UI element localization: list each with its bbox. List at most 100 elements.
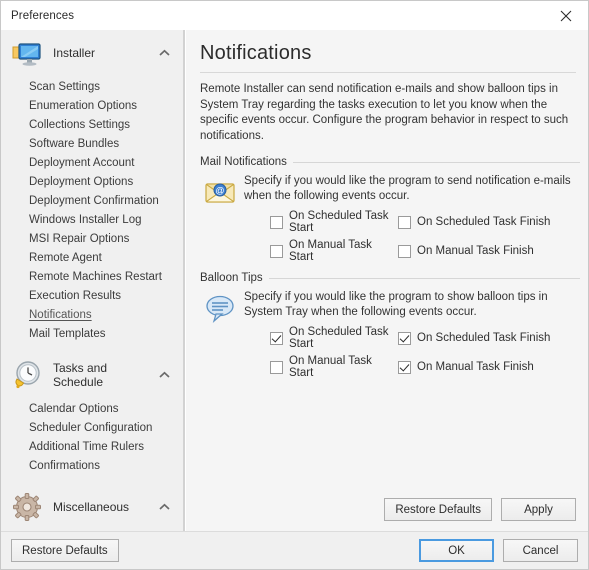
chevron-up-icon[interactable] [158, 47, 170, 59]
sidebar-group-header-miscellaneous[interactable]: Miscellaneous [1, 486, 184, 528]
checkbox-mail-on-manual-task-finish[interactable]: On Manual Task Finish [398, 239, 580, 263]
chevron-up-icon[interactable] [158, 501, 170, 513]
sidebar-item-label: Scan Settings [29, 81, 100, 93]
sidebar-item-label: Calendar Options [29, 403, 119, 415]
checkbox-mail-on-scheduled-task-start[interactable]: On Scheduled Task Start [270, 210, 398, 234]
computer-monitor-folder-icon [11, 37, 43, 69]
sidebar-item-notifications[interactable]: Notifications [1, 306, 184, 325]
section-legend: Balloon Tips [200, 272, 580, 284]
sidebar-group-title: Installer [53, 46, 96, 60]
sidebar-item-label: Windows Installer Log [29, 214, 142, 226]
checkbox-balloon-on-scheduled-task-start[interactable]: On Scheduled Task Start [270, 326, 398, 350]
section-body: Specify if you would like the program to… [200, 290, 580, 379]
sidebar-group-title: Tasks and Schedule [53, 361, 108, 389]
close-icon [560, 10, 572, 22]
gear-icon [11, 491, 43, 523]
sidebar-item-collections-settings[interactable]: Collections Settings [1, 116, 184, 135]
sidebar-item-scan-settings[interactable]: Scan Settings [1, 78, 184, 97]
sidebar-item-execution-results[interactable]: Execution Results [1, 287, 184, 306]
window-body: Installer Scan Settings Enumeration Opti… [1, 30, 588, 531]
section-legend: Mail Notifications [200, 156, 580, 168]
sidebar-item-enumeration-options[interactable]: Enumeration Options [1, 97, 184, 116]
sidebar-item-deployment-options[interactable]: Deployment Options [1, 173, 184, 192]
page-description: Remote Installer can send notification e… [200, 83, 569, 142]
apply-button[interactable]: Apply [501, 498, 576, 521]
checkbox-balloon-on-scheduled-task-finish[interactable]: On Scheduled Task Finish [398, 326, 580, 350]
checkbox-label: On Manual Task Start [289, 239, 372, 263]
sidebar-divider [183, 30, 184, 531]
section-legend-rule [268, 277, 580, 279]
main-panel-buttons: Restore Defaults Apply [200, 498, 580, 523]
sidebar-item-label: Software Bundles [29, 138, 120, 150]
sidebar-item-label: Collections Settings [29, 119, 130, 131]
sidebar-item-label: Confirmations [29, 460, 100, 472]
chevron-up-icon[interactable] [158, 369, 170, 381]
sidebar-item-additional-time-rulers[interactable]: Additional Time Rulers [1, 438, 184, 457]
sidebar-item-remote-agent[interactable]: Remote Agent [1, 249, 184, 268]
section-text: Specify if you would like the program to… [244, 175, 571, 202]
section-content: Specify if you would like the program to… [244, 290, 580, 379]
envelope-at-icon: @ [204, 176, 236, 208]
window-title: Preferences [11, 9, 75, 22]
sidebar-group-title: Miscellaneous [53, 500, 130, 514]
close-button[interactable] [543, 1, 588, 30]
sidebar-item-software-bundles[interactable]: Software Bundles [1, 135, 184, 154]
sidebar-item-label: Deployment Options [29, 176, 134, 188]
sidebar-item-deployment-account[interactable]: Deployment Account [1, 154, 184, 173]
cancel-button[interactable]: Cancel [503, 539, 578, 562]
sidebar-item-msi-repair-options[interactable]: MSI Repair Options [1, 230, 184, 249]
checkbox-mail-on-scheduled-task-finish[interactable]: On Scheduled Task Finish [398, 210, 580, 234]
checkbox-box[interactable] [398, 215, 411, 229]
checkbox-label: On Scheduled Task Start [289, 210, 389, 234]
sidebar-item-label: Deployment Account [29, 157, 135, 169]
checkbox-box[interactable] [398, 244, 411, 258]
window-titlebar: Preferences [1, 1, 588, 30]
checkbox-label: On Scheduled Task Finish [417, 332, 551, 344]
balloon-tips-checkbox-grid: On Scheduled Task Start On Scheduled Tas… [244, 326, 580, 379]
footer-restore-defaults-button[interactable]: Restore Defaults [11, 539, 119, 562]
section-text: Specify if you would like the program to… [244, 291, 548, 318]
sidebar-item-label: Remote Machines Restart [29, 271, 162, 283]
sidebar-item-confirmations[interactable]: Confirmations [1, 457, 184, 476]
preferences-main-panel: Notifications Remote Installer can send … [185, 30, 588, 531]
section-mail-notifications: Mail Notifications @ Specify if you woul… [200, 156, 580, 263]
sidebar-item-label: Execution Results [29, 290, 122, 302]
sidebar-item-label: Remote Agent [29, 252, 102, 264]
mail-notification-checkbox-grid: On Scheduled Task Start On Scheduled Tas… [244, 210, 580, 263]
section-legend-rule [292, 161, 580, 163]
sidebar-item-label: MSI Repair Options [29, 233, 130, 245]
checkbox-box[interactable] [270, 244, 283, 258]
section-balloon-tips: Balloon Tips Specify if you would like t… [200, 272, 580, 379]
checkbox-box[interactable] [270, 360, 283, 374]
checkbox-label: On Manual Task Finish [417, 245, 534, 257]
sidebar-item-label: Enumeration Options [29, 100, 138, 112]
sidebar-item-label: Scheduler Configuration [29, 422, 153, 434]
title-divider [200, 72, 576, 73]
checkbox-box[interactable] [270, 215, 283, 229]
main-spacer [200, 388, 580, 498]
sidebar-item-scheduler-configuration[interactable]: Scheduler Configuration [1, 419, 184, 438]
section-body: @ Specify if you would like the program … [200, 174, 580, 263]
sidebar-group-header-tasks-and-schedule[interactable]: Tasks and Schedule [1, 354, 184, 396]
sidebar-item-windows-installer-log[interactable]: Windows Installer Log [1, 211, 184, 230]
checkbox-box[interactable] [398, 360, 411, 374]
sidebar-item-label: Additional Time Rulers [29, 441, 145, 453]
sidebar-item-mail-templates[interactable]: Mail Templates [1, 325, 184, 344]
checkbox-label: On Scheduled Task Finish [417, 216, 551, 228]
checkbox-label: On Manual Task Start [289, 355, 372, 379]
sidebar-item-remote-machines-restart[interactable]: Remote Machines Restart [1, 268, 184, 287]
sidebar-group-header-installer[interactable]: Installer [1, 32, 184, 74]
checkbox-label: On Scheduled Task Start [289, 326, 389, 350]
sidebar-item-calendar-options[interactable]: Calendar Options [1, 400, 184, 419]
checkbox-balloon-on-manual-task-start[interactable]: On Manual Task Start [270, 355, 398, 379]
panel-restore-defaults-button[interactable]: Restore Defaults [384, 498, 492, 521]
sidebar-item-deployment-confirmation[interactable]: Deployment Confirmation [1, 192, 184, 211]
ok-button[interactable]: OK [419, 539, 494, 562]
section-legend-label: Balloon Tips [200, 272, 263, 284]
checkbox-box[interactable] [398, 331, 411, 345]
checkbox-box[interactable] [270, 331, 283, 345]
checkbox-balloon-on-manual-task-finish[interactable]: On Manual Task Finish [398, 355, 580, 379]
page-title: Notifications [200, 42, 312, 64]
sidebar-item-label: Mail Templates [29, 328, 106, 340]
checkbox-mail-on-manual-task-start[interactable]: On Manual Task Start [270, 239, 398, 263]
